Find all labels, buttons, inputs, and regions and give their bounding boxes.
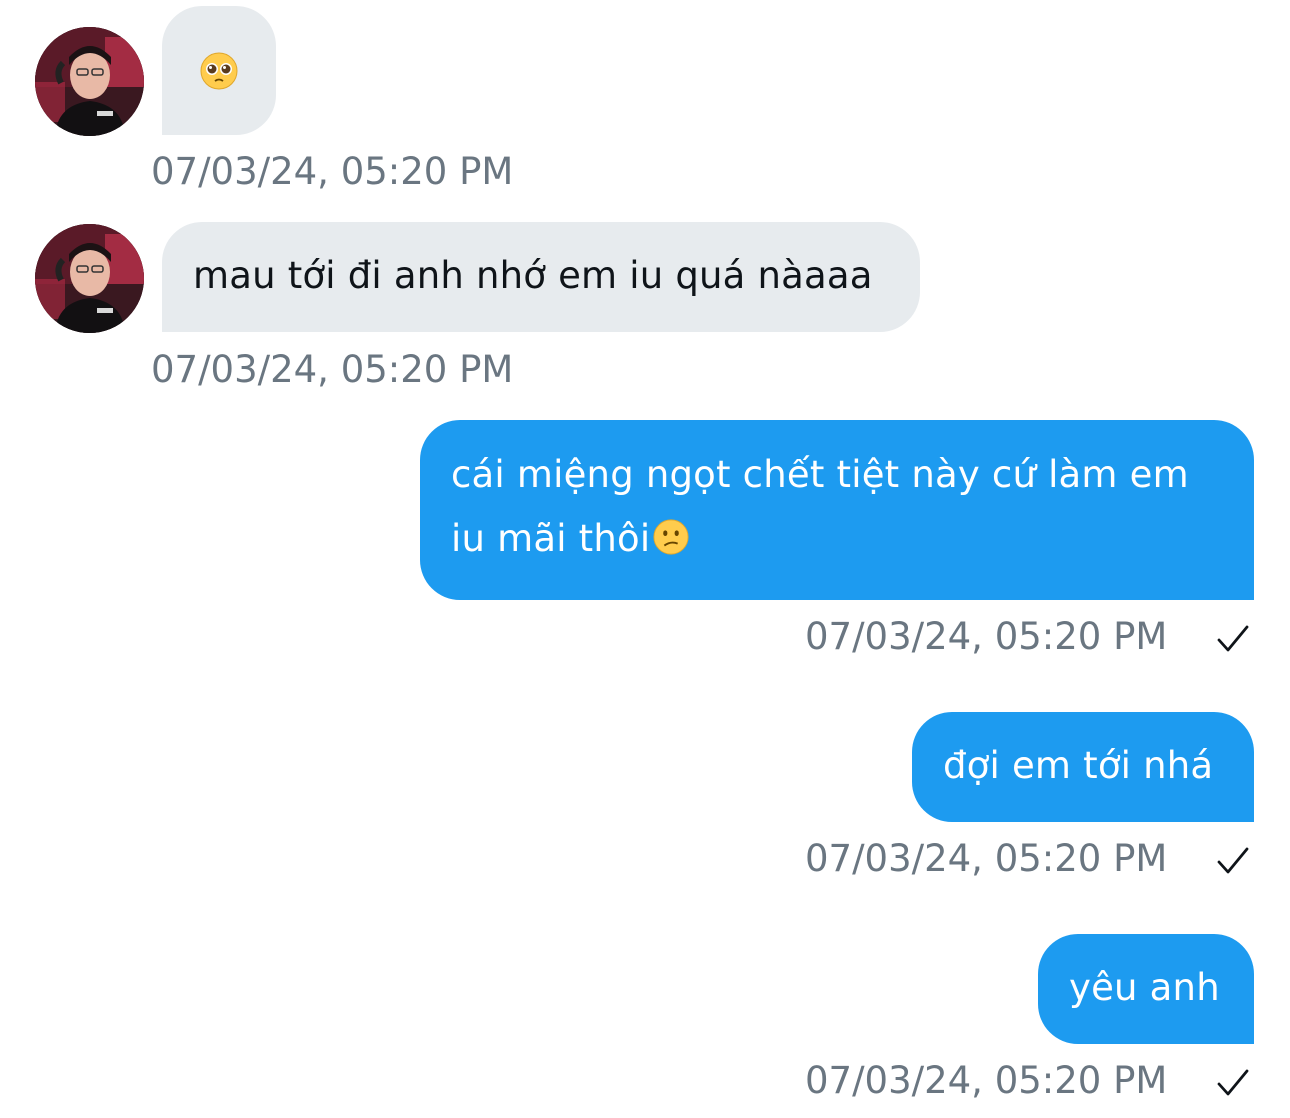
conversation-view: 🥺 07/03/24, 05:20 PM mau tới đi anh nhớ … [0, 0, 1290, 1118]
message-bubble-incoming[interactable]: 🥺 [162, 6, 276, 135]
message-timestamp: 07/03/24, 05:20 PM [805, 1059, 1168, 1102]
checkmark-icon [1217, 847, 1249, 874]
message-text-line: cái miệng ngọt chết tiệt này cứ làm em [451, 453, 1189, 496]
avatar[interactable] [35, 224, 144, 333]
message-text: iu mãi thôi [451, 517, 651, 560]
message-text: mau tới đi anh nhớ em iu quá nàaaa [193, 254, 873, 297]
pleading-face-emoji-icon [200, 52, 238, 89]
message-timestamp: 07/03/24, 05:20 PM [805, 615, 1168, 658]
confused-face-emoji-icon [653, 519, 689, 555]
checkmark-icon [1217, 1069, 1249, 1096]
message-bubble-outgoing[interactable]: yêu anh [1038, 934, 1254, 1044]
message-bubble-outgoing[interactable]: cái miệng ngọt chết tiệt này cứ làm em i… [420, 420, 1254, 600]
checkmark-icon [1217, 625, 1249, 652]
message-bubble-outgoing[interactable]: đợi em tới nhá [912, 712, 1254, 822]
message-timestamp: 07/03/24, 05:20 PM [151, 150, 514, 193]
message-text: đợi em tới nhá [943, 744, 1214, 787]
message-bubble-incoming[interactable]: mau tới đi anh nhớ em iu quá nàaaa [162, 222, 920, 332]
message-text: yêu anh [1069, 966, 1220, 1009]
message-text-line: iu mãi thôi [451, 507, 1224, 571]
message-timestamp: 07/03/24, 05:20 PM [151, 348, 514, 391]
avatar-image [35, 27, 144, 136]
message-timestamp: 07/03/24, 05:20 PM [805, 837, 1168, 880]
avatar-image [35, 224, 144, 333]
avatar[interactable] [35, 27, 144, 136]
